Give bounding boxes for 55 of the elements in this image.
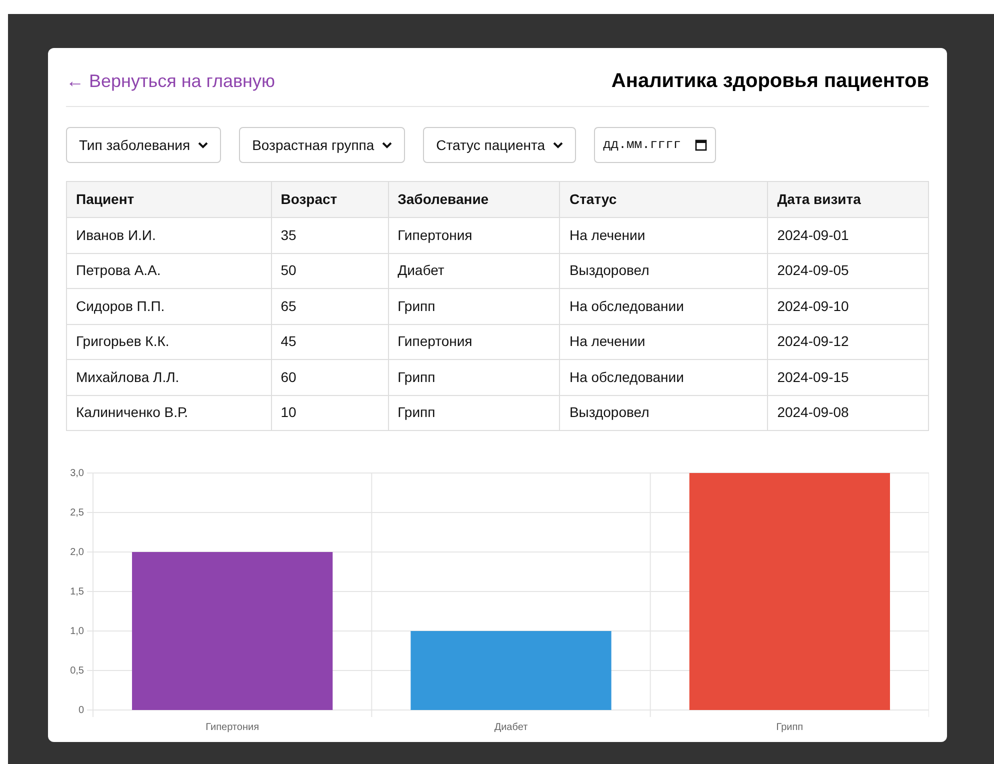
chevron-down-icon bbox=[198, 142, 208, 148]
column-header: Статус bbox=[560, 182, 768, 218]
column-header: Дата визита bbox=[768, 182, 928, 218]
table-cell: 45 bbox=[271, 324, 388, 360]
table-cell: 35 bbox=[271, 218, 388, 253]
table-cell: 2024-09-01 bbox=[768, 218, 928, 253]
table-cell: Выздоровел bbox=[560, 253, 768, 288]
table-cell: 2024-09-08 bbox=[768, 395, 928, 430]
table-cell: Грипп bbox=[388, 395, 560, 430]
table-cell: Калиниченко В.Р. bbox=[66, 395, 272, 430]
y-tick-label: 1,5 bbox=[70, 586, 84, 598]
y-tick-label: 2,5 bbox=[70, 508, 84, 518]
table-cell: Диабет bbox=[388, 253, 560, 288]
table-cell: Михайлова Л.Л. bbox=[66, 360, 272, 395]
table-cell: 50 bbox=[271, 253, 388, 288]
table-cell: Выздоровел bbox=[560, 395, 768, 430]
table-cell: Грипп bbox=[388, 288, 560, 324]
x-tick-label: Гипертония bbox=[206, 722, 259, 733]
filter-dropdown[interactable]: Статус пациента bbox=[423, 127, 576, 163]
column-header: Заболевание bbox=[388, 182, 560, 218]
chevron-down-icon bbox=[553, 142, 564, 148]
date-field[interactable]: дд.мм.гггг bbox=[594, 127, 716, 163]
table-cell: На лечении bbox=[560, 218, 768, 253]
table-cell: Иванов И.И. bbox=[66, 218, 272, 253]
table-cell: На лечении bbox=[560, 324, 768, 360]
table-cell: 2024-09-10 bbox=[768, 288, 928, 324]
table-cell: Петрова А.А. bbox=[66, 253, 272, 288]
y-tick-label: 3,0 bbox=[70, 468, 84, 479]
table-cell: Гипертония bbox=[388, 324, 560, 360]
table-cell: Грипп bbox=[388, 360, 560, 395]
x-tick-label: Грипп bbox=[776, 722, 804, 733]
y-tick-label: 1,0 bbox=[70, 626, 84, 637]
table-cell: Григорьев К.К. bbox=[66, 324, 272, 360]
calendar-icon bbox=[695, 139, 708, 151]
table-cell: На обследовании bbox=[560, 360, 768, 395]
y-tick-label: 0,5 bbox=[70, 666, 84, 676]
x-tick-label: Диабет bbox=[494, 722, 528, 733]
filter-dropdown[interactable]: Тип заболевания bbox=[66, 127, 222, 163]
table-cell: На обследовании bbox=[560, 288, 768, 324]
table-cell: 2024-09-15 bbox=[768, 360, 928, 395]
back-link[interactable]: ← Вернуться на главную bbox=[66, 68, 275, 94]
y-tick-label: 0 bbox=[78, 705, 84, 716]
column-header: Возраст bbox=[271, 182, 388, 218]
table-cell: 10 bbox=[271, 395, 388, 430]
table-cell: 2024-09-05 bbox=[768, 253, 928, 288]
column-header: Пациент bbox=[66, 182, 272, 218]
filter-dropdown[interactable]: Возрастная группа bbox=[239, 127, 406, 163]
page-title: Аналитика здоровья пациентов bbox=[611, 69, 929, 94]
table-cell: 60 bbox=[271, 360, 388, 395]
table-cell: 65 bbox=[271, 288, 388, 324]
table-cell: Гипертония bbox=[388, 218, 560, 253]
table-cell: 2024-09-12 bbox=[768, 324, 928, 360]
chevron-down-icon bbox=[382, 142, 392, 148]
y-tick-label: 2,0 bbox=[70, 547, 84, 558]
table-cell: Сидоров П.П. bbox=[66, 288, 272, 324]
